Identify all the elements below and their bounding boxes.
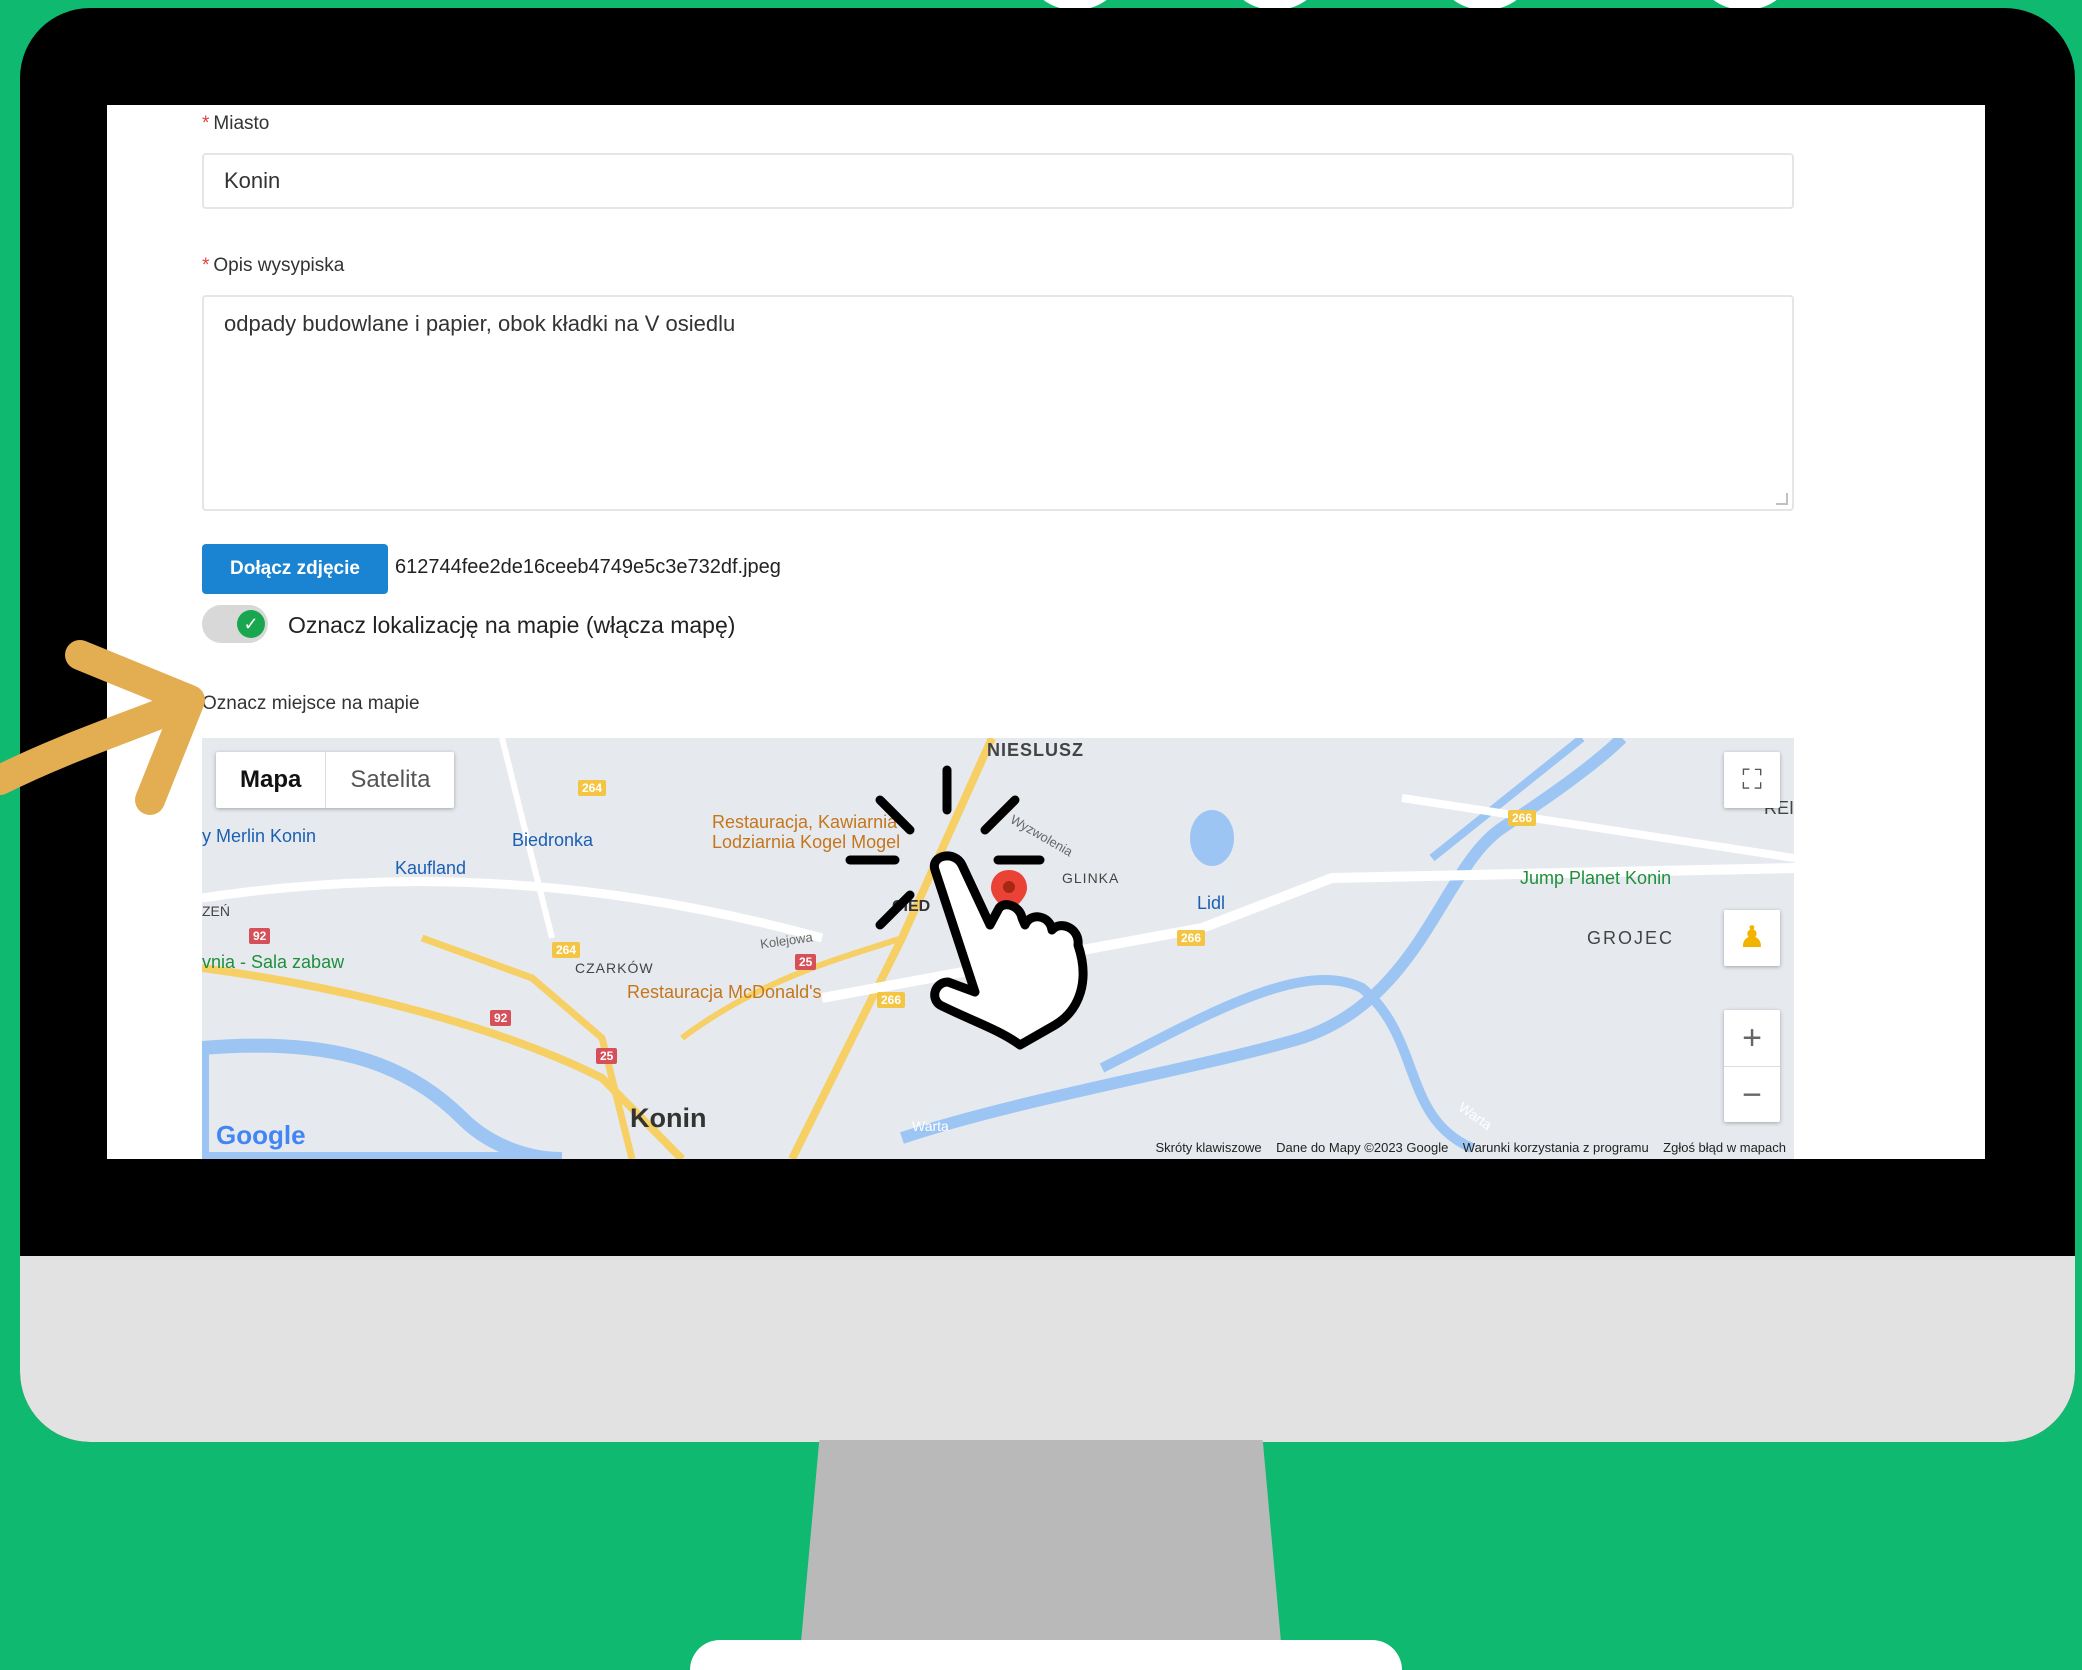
road-badge: 266 (1508, 810, 1537, 826)
map-type-control: Mapa Satelita (216, 752, 455, 808)
pointer-arrow-icon (0, 640, 205, 815)
map-label-nieslusz: NIESLUSZ (987, 740, 1085, 760)
map-poi-sala-zabaw[interactable]: vnia - Sala zabaw (202, 952, 344, 973)
road-badge: 266 (1177, 930, 1206, 946)
uploaded-filename: 612744fee2de16ceeb4749e5c3e732df.jpeg (395, 556, 781, 578)
map-label: Oznacz miejsce na mapie (202, 693, 420, 714)
city-input[interactable]: Konin (202, 153, 1794, 209)
zoom-in-button[interactable]: + (1724, 1010, 1780, 1067)
attach-photo-button[interactable]: Dołącz zdjęcie (202, 544, 388, 594)
description-label: * Opis wysypiska (202, 255, 344, 277)
required-mark: * (202, 113, 210, 134)
map-label-zen: ZEŃ (202, 903, 230, 919)
map-poi-mcdonalds[interactable]: Restauracja McDonald's (627, 982, 822, 1003)
road-badge: 264 (552, 942, 581, 958)
map-poi-lidl[interactable]: Lidl (1197, 893, 1225, 914)
google-logo: Google (216, 1120, 306, 1150)
road-badge: 25 (795, 954, 817, 970)
resize-handle-icon[interactable] (1776, 493, 1788, 505)
zoom-out-button[interactable]: − (1724, 1067, 1780, 1123)
click-hand-icon (845, 765, 1088, 1050)
attribution-report[interactable]: Zgłoś błąd w mapach (1663, 1140, 1786, 1155)
monitor-stand (800, 1440, 1282, 1653)
map-toggle-label: Oznacz lokalizację na mapie (włącza mapę… (288, 612, 736, 638)
map-poi-merlin[interactable]: y Merlin Konin (202, 826, 316, 847)
road-badge: 92 (490, 1010, 512, 1026)
attribution-data: Dane do Mapy ©2023 Google (1276, 1140, 1449, 1155)
map-poi-biedronka[interactable]: Biedronka (512, 830, 593, 851)
road-badge: 92 (249, 928, 271, 944)
street-view-pegman-icon[interactable]: ♟ (1724, 910, 1780, 966)
description-label-text: Opis wysypiska (213, 255, 345, 276)
zoom-control: + − (1724, 1010, 1780, 1122)
map-label-warta: Warta (912, 1118, 949, 1134)
monitor-chin (20, 1256, 2075, 1442)
check-icon: ✓ (237, 610, 265, 638)
fullscreen-icon[interactable]: ⛶ (1724, 752, 1780, 808)
city-label: * Miasto (202, 113, 269, 135)
city-label-text: Miasto (213, 113, 270, 134)
map-poi-jump-planet[interactable]: Jump Planet Konin (1520, 868, 1671, 889)
road-badge: 264 (578, 780, 607, 796)
description-textarea[interactable]: odpady budowlane i papier, obok kładki n… (202, 295, 1794, 511)
map-poi-kaufland[interactable]: Kaufland (395, 858, 466, 879)
attribution-terms[interactable]: Warunki korzystania z programu (1463, 1140, 1649, 1155)
required-mark: * (202, 255, 210, 276)
map-label-czarkow: CZARKÓW (575, 960, 654, 976)
description-text: odpady budowlane i papier, obok kładki n… (224, 311, 736, 336)
map-label-grojec: GROJEC (1587, 928, 1675, 948)
monitor-stand-base (690, 1640, 1402, 1670)
map-attribution: Skróty klawiszowe Dane do Mapy ©2023 Goo… (1155, 1140, 1786, 1155)
attribution-shortcuts[interactable]: Skróty klawiszowe (1155, 1140, 1261, 1155)
road-badge: 25 (596, 1048, 618, 1064)
map-label-konin: Konin (630, 1103, 707, 1133)
map-type-satellite-button[interactable]: Satelita (326, 752, 454, 808)
map-type-map-button[interactable]: Mapa (216, 752, 327, 808)
